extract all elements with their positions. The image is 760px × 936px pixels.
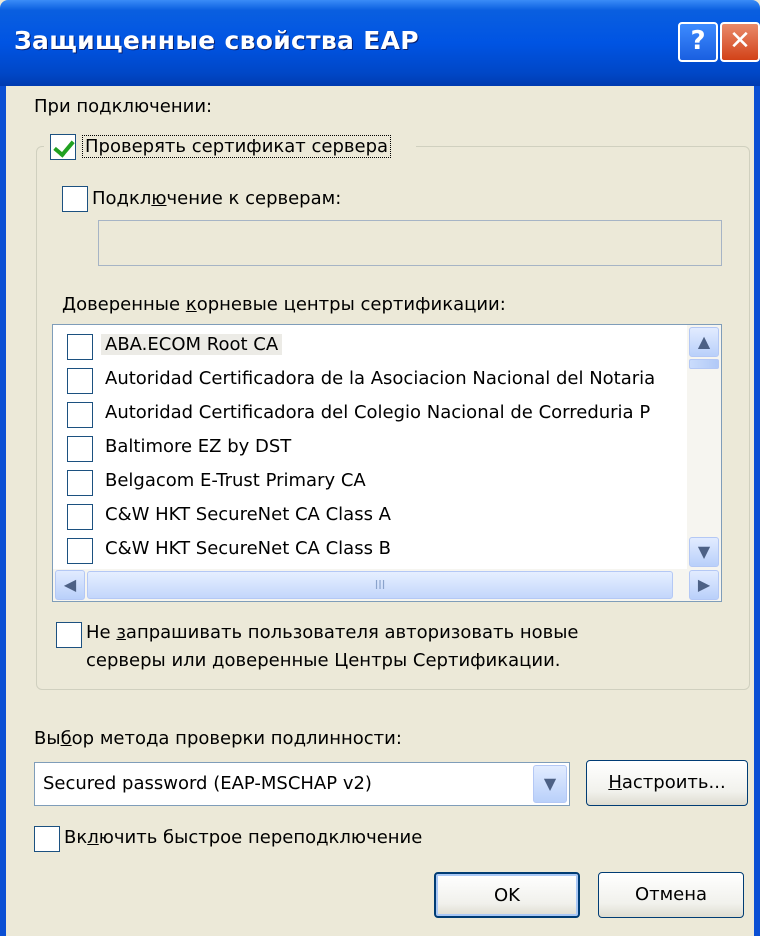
trusted-ca-list[interactable]: ABA.ECOM Root CA Autoridad Certificadora…: [52, 324, 722, 602]
list-item[interactable]: Baltimore EZ by DST: [53, 431, 687, 465]
ca-checkbox[interactable]: [67, 538, 93, 564]
title-bar[interactable]: Защищенные свойства EAP ? ✕: [0, 0, 760, 86]
connect-label: При подключении:: [34, 96, 213, 117]
window-title: Защищенные свойства EAP: [14, 26, 419, 55]
list-item[interactable]: ABA.ECOM Root CA: [53, 329, 687, 363]
verify-cert-checkbox[interactable]: [50, 134, 76, 160]
ca-checkbox[interactable]: [67, 402, 93, 428]
scroll-left-button[interactable]: ◀: [55, 570, 85, 600]
ca-label: ABA.ECOM Root CA: [101, 334, 283, 355]
close-button[interactable]: ✕: [720, 22, 760, 62]
ca-label: Autoridad Certificadora de la Asociacion…: [105, 368, 656, 389]
window-frame-left: [0, 86, 6, 936]
list-item[interactable]: C&W HKT SecureNet CA Class A: [53, 499, 687, 533]
horizontal-scrollbar[interactable]: ◀ III ▶: [53, 569, 721, 601]
no-prompt-checkbox[interactable]: [56, 622, 82, 648]
ca-label: C&W HKT SecureNet CA Class A: [105, 504, 391, 525]
ca-checkbox[interactable]: [67, 334, 93, 360]
window-frame-right: [754, 86, 760, 936]
ca-checkbox[interactable]: [67, 470, 93, 496]
vertical-scrollbar[interactable]: ▲ ▼: [687, 325, 721, 569]
ca-checkbox[interactable]: [67, 504, 93, 530]
ok-button[interactable]: OK: [434, 872, 580, 918]
scroll-right-button[interactable]: ▶: [689, 570, 719, 600]
scroll-up-button[interactable]: ▲: [689, 327, 719, 357]
vertical-scroll-thumb[interactable]: [689, 359, 719, 369]
auth-method-label: Выбор метода проверки подлинности:: [34, 728, 402, 749]
ca-checkbox[interactable]: [67, 436, 93, 462]
chevron-down-icon[interactable]: ▼: [533, 765, 567, 803]
ca-label: Autoridad Certificadora del Colegio Naci…: [105, 402, 651, 423]
auth-method-select[interactable]: Secured password (EAP-MSCHAP v2) ▼: [34, 762, 570, 806]
horizontal-scroll-thumb[interactable]: III: [87, 571, 673, 599]
no-prompt-label[interactable]: Не запрашивать пользователя авторизовать…: [86, 622, 579, 643]
scroll-down-button[interactable]: ▼: [689, 537, 719, 567]
no-prompt-label-line2[interactable]: серверы или доверенные Центры Сертификац…: [86, 650, 561, 671]
configure-button[interactable]: Настроить...: [586, 760, 748, 806]
ca-label: C&W HKT SecureNet CA Class B: [105, 538, 392, 559]
list-item[interactable]: Autoridad Certificadora del Colegio Naci…: [53, 397, 687, 431]
list-item[interactable]: Autoridad Certificadora de la Asociacion…: [53, 363, 687, 397]
ca-label: Baltimore EZ by DST: [105, 436, 292, 457]
connect-servers-checkbox[interactable]: [62, 186, 88, 212]
list-item[interactable]: Belgacom E-Trust Primary CA: [53, 465, 687, 499]
trusted-ca-label: Доверенные корневые центры сертификации:: [62, 294, 506, 315]
servers-input[interactable]: [98, 220, 722, 266]
ca-label: Belgacom E-Trust Primary CA: [105, 470, 366, 491]
fast-reconnect-label[interactable]: Включить быстрое переподключение: [64, 827, 422, 848]
help-button[interactable]: ?: [678, 22, 718, 62]
list-item[interactable]: C&W HKT SecureNet CA Class B: [53, 533, 687, 567]
connect-servers-label[interactable]: Подключение к серверам:: [92, 188, 341, 209]
cancel-button[interactable]: Отмена: [598, 872, 744, 918]
auth-method-value: Secured password (EAP-MSCHAP v2): [43, 773, 372, 794]
fast-reconnect-checkbox[interactable]: [34, 826, 60, 852]
verify-cert-label[interactable]: Проверять сертификат сервера: [82, 135, 392, 158]
ca-checkbox[interactable]: [67, 368, 93, 394]
